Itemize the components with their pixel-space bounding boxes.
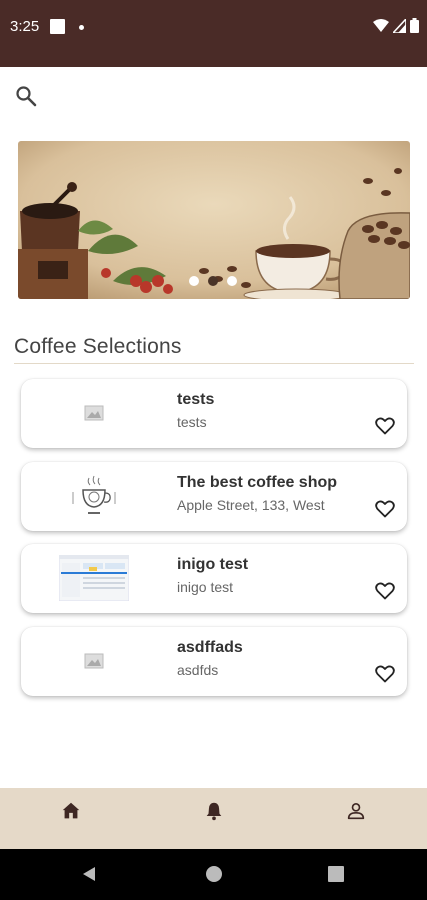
- shop-subtitle: inigo test: [177, 579, 234, 595]
- person-icon[interactable]: [345, 800, 367, 822]
- bottom-navigation: [0, 788, 427, 849]
- shop-subtitle: tests: [177, 414, 207, 430]
- favorite-heart-icon[interactable]: [375, 582, 395, 600]
- home-icon[interactable]: [60, 800, 82, 822]
- home-button-icon[interactable]: [205, 865, 223, 883]
- favorite-heart-icon[interactable]: [375, 665, 395, 683]
- shop-card[interactable]: The best coffee shop Apple Street, 133, …: [21, 462, 407, 531]
- section-title: Coffee Selections: [14, 335, 182, 358]
- back-icon[interactable]: [80, 865, 98, 883]
- shop-title: asdffads: [177, 639, 243, 656]
- shop-card[interactable]: tests tests: [21, 379, 407, 448]
- carousel-dot-1[interactable]: [189, 276, 199, 286]
- shop-title: tests: [177, 391, 215, 408]
- carousel-dot-3[interactable]: [227, 276, 237, 286]
- wifi-icon: [373, 18, 389, 32]
- status-time: 3:25: [10, 18, 40, 35]
- image-placeholder-icon: [57, 635, 131, 687]
- carousel-dot-2[interactable]: [208, 276, 218, 286]
- cell-signal-icon: [393, 18, 406, 33]
- recents-icon[interactable]: [328, 866, 344, 882]
- shop-title: The best coffee shop: [177, 474, 338, 491]
- notification-dot-icon: [79, 25, 84, 30]
- system-navigation-bar: [0, 849, 427, 900]
- coffee-cup-logo: [57, 470, 131, 522]
- image-placeholder-icon: [57, 387, 131, 439]
- shop-subtitle: Apple Street, 133, West: [177, 497, 325, 513]
- notification-icon: [50, 19, 65, 34]
- search-icon[interactable]: [14, 84, 38, 108]
- shop-card[interactable]: asdffads asdfds: [21, 627, 407, 696]
- favorite-heart-icon[interactable]: [375, 500, 395, 518]
- favorite-heart-icon[interactable]: [375, 417, 395, 435]
- bell-icon[interactable]: [203, 800, 225, 822]
- status-bar: 3:25: [0, 0, 427, 67]
- battery-icon: [410, 18, 419, 33]
- shop-card[interactable]: inigo test inigo test: [21, 544, 407, 613]
- section-divider: [14, 363, 414, 364]
- shop-subtitle: asdfds: [177, 662, 219, 678]
- shop-title: inigo test: [177, 556, 249, 573]
- screenshot-thumbnail: [57, 552, 131, 604]
- carousel-indicator[interactable]: [189, 276, 237, 286]
